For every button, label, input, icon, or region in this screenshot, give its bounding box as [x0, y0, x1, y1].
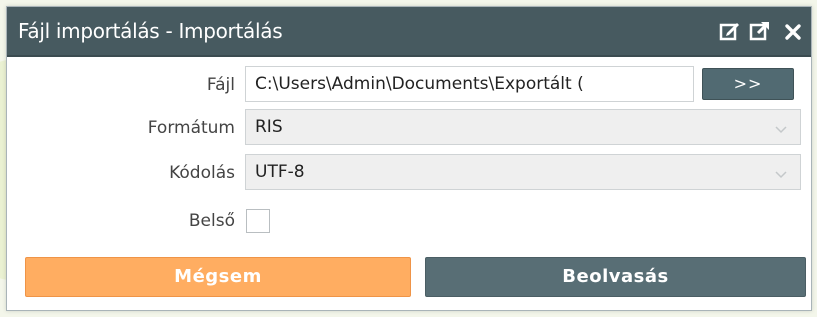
encoding-select[interactable]: UTF-8	[245, 154, 801, 190]
cancel-button[interactable]: Mégsem	[25, 257, 411, 297]
encoding-value: UTF-8	[255, 162, 305, 182]
dialog-title: Fájl importálás - Importálás	[18, 19, 283, 43]
chevron-down-icon	[775, 120, 787, 140]
popout-icon[interactable]	[749, 20, 773, 44]
file-path-input[interactable]: C:\Users\Admin\Documents\Exportált (	[245, 66, 694, 102]
encoding-label: Kódolás	[169, 163, 235, 183]
dialog-titlebar: Fájl importálás - Importálás	[7, 7, 811, 57]
edit-icon[interactable]	[719, 20, 743, 44]
import-dialog: Fájl importálás - Importálás Fájl C:\Use…	[6, 6, 812, 311]
format-select[interactable]: RIS	[245, 109, 801, 145]
chevron-down-icon	[775, 165, 787, 185]
close-icon[interactable]	[782, 20, 806, 44]
file-path-value: C:\Users\Admin\Documents\Exportált (	[255, 74, 584, 94]
browse-button[interactable]: >>	[702, 68, 794, 100]
format-value: RIS	[255, 117, 283, 137]
internal-label: Belső	[188, 211, 235, 231]
format-label: Formátum	[147, 118, 235, 138]
read-button[interactable]: Beolvasás	[425, 257, 806, 297]
file-label: Fájl	[206, 75, 235, 95]
internal-checkbox[interactable]	[246, 209, 270, 233]
